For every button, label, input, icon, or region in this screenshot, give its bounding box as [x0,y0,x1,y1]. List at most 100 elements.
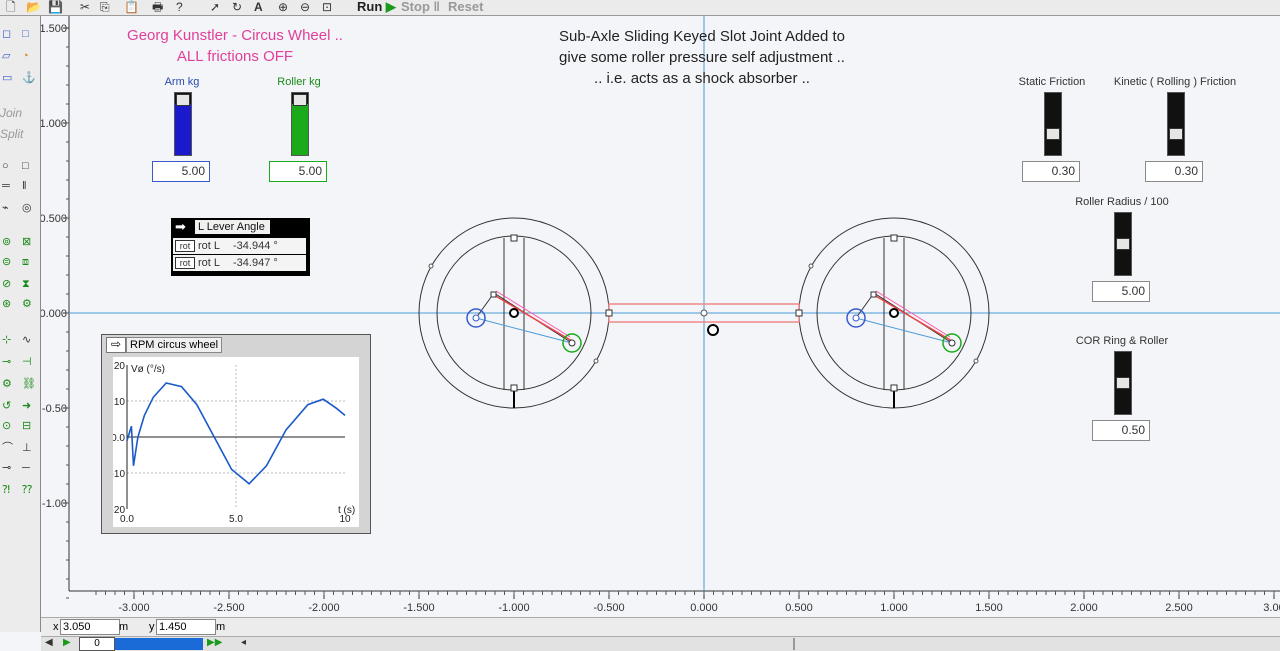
play-forward-icon[interactable]: ▶ [63,637,71,648]
x-coord-field[interactable]: 3.050 [60,619,120,635]
split-button[interactable]: Split [0,127,23,141]
rpm-graph[interactable]: ⇨ RPM circus wheel 20100.0-10-200.05.010… [101,334,371,534]
hub-pivot [509,308,519,318]
target-icon[interactable]: ⊙ [2,420,11,432]
text-tool-icon[interactable]: A [254,0,263,14]
static-friction-value[interactable]: 0.30 [1022,161,1080,182]
x-tick-label: -3.000 [118,602,149,614]
square-point-icon[interactable]: □ [22,160,29,172]
rope-icon[interactable]: ⧗ [22,278,30,290]
torque-icon[interactable]: ⚙ [2,378,12,390]
polygon-icon[interactable]: ▱ [2,50,10,62]
x-tick-label: -1.500 [403,602,434,614]
curved-body-icon[interactable]: ◔ [22,50,29,62]
join-button[interactable]: Join [0,106,22,120]
y-coord-field[interactable]: 1.450 [156,619,216,635]
spin-icon[interactable]: ↺ [2,400,11,412]
arrow-pointer-icon[interactable]: ➚ [210,0,220,14]
paste-icon[interactable]: 📋 [124,0,139,14]
roller-kg-knob[interactable] [293,94,307,106]
bottom-anchor [510,384,518,392]
torsion-spring-icon[interactable]: ⊹ [2,334,11,346]
chain-icon[interactable]: ⛓ [22,378,36,390]
rect-body-icon[interactable]: ◻ [2,28,11,40]
slot-horizontal-icon[interactable]: ═ [2,180,10,192]
ring-icon[interactable]: ◎ [22,202,32,214]
motor-icon[interactable]: ⊚ [2,236,11,248]
point-icon[interactable]: ○ [2,160,9,172]
rotate-icon[interactable]: ↻ [232,0,242,14]
zoom-in-icon[interactable]: ⊕ [278,0,288,14]
gear-icon[interactable]: ⚙ [22,298,32,310]
x-tick-label: 0.500 [785,602,813,614]
arm-kg-knob[interactable] [176,94,190,106]
query-point-icon[interactable]: ⁈ [2,484,10,496]
open-folder-icon[interactable]: 📂 [26,0,41,14]
roller-kg-slider[interactable] [291,92,309,156]
cor-value[interactable]: 0.50 [1092,420,1150,441]
query-body-icon[interactable]: ⁇ [22,484,32,496]
stop-button[interactable]: Stop ‖ [401,0,440,14]
graph-arrow-icon[interactable]: ⇨ [106,337,126,353]
cut-icon[interactable]: ✂ [80,0,90,14]
horizon-icon[interactable]: ⊸ [2,462,11,474]
curve-icon[interactable]: ⌒ [2,442,13,454]
roller-radius-value[interactable]: 5.00 [1092,281,1150,302]
new-file-icon[interactable]: 🗋 [6,0,16,14]
timeline-scrubber[interactable] [115,638,203,650]
roller-kg-value[interactable]: 5.00 [269,161,327,182]
line-icon[interactable]: ─ [22,462,30,474]
cor-slider[interactable] [1114,351,1132,415]
zoom-fit-icon[interactable]: ⊡ [322,0,332,14]
meter-arrow-icon[interactable]: ➡ [175,220,193,233]
force-icon[interactable]: ⊸ [2,356,11,368]
t-slot-icon[interactable]: ⊥ [22,442,32,454]
plot-xlabel: t (s) [338,505,355,516]
x-tick-label: 2.000 [1070,602,1098,614]
kinetic-friction-value[interactable]: 0.30 [1145,161,1203,182]
cor-knob[interactable] [1116,377,1130,389]
bar-anchor-left [605,309,613,317]
keyed-slot-icon[interactable]: ⌁ [2,202,9,214]
actuator-icon[interactable]: ⊠ [22,236,31,248]
reset-button[interactable]: Reset [448,0,483,14]
frame-field[interactable]: 0 [79,637,115,651]
square-body-icon[interactable]: □ [22,28,29,40]
vector-icon[interactable]: ➜ [22,400,31,412]
arm-kg-value[interactable]: 5.00 [152,161,210,182]
static-friction-slider[interactable] [1044,92,1062,156]
roller-radius-slider[interactable] [1114,212,1132,276]
slot-vertical-icon[interactable]: ‖ [22,180,27,192]
wave-icon[interactable]: ∿ [22,334,31,346]
rewind-icon[interactable]: ◀ [45,637,53,648]
help-icon[interactable]: ? [176,0,183,14]
save-icon[interactable]: 💾 [48,0,63,14]
zoom-out-icon[interactable]: ⊖ [300,0,310,14]
print-icon[interactable]: 🖶 [152,0,163,14]
run-button[interactable]: Run ▶ [357,0,396,14]
roller-radius-knob[interactable] [1116,238,1130,250]
plot-y-tick-label: 20 [114,361,126,372]
box-body-icon[interactable]: ▭ [2,72,12,84]
plot-ylabel: Vø (°/s) [131,364,165,375]
pulley-icon[interactable]: ⊛ [2,298,11,310]
spring-icon[interactable]: ⊜ [2,256,11,268]
rod-icon[interactable]: ⊘ [2,278,11,290]
x-unit: m [119,621,129,633]
copy-icon[interactable]: ⎘ [100,0,110,14]
kinetic-friction-slider[interactable] [1167,92,1185,156]
lever-angle-meter[interactable]: ➡ L Lever Angle rot rot L -34.944 ° rot … [171,218,310,276]
scrollbar-thumb[interactable] [793,638,795,650]
scroll-left-icon[interactable]: ◂ [241,637,246,648]
anchor-icon[interactable]: ⚓ [22,72,36,84]
static-friction-knob[interactable] [1046,128,1060,140]
separator-icon[interactable]: ⊣ [22,356,32,368]
plot-ticks: 20100.0-10-200.05.010 [113,361,351,525]
tape-icon[interactable]: ⊟ [22,420,31,432]
arm-kg-slider[interactable] [174,92,192,156]
damper-icon[interactable]: ⧈ [22,256,29,268]
ring-point [428,263,434,269]
step-forward-icon[interactable]: ▶▶ [207,637,222,648]
kinetic-friction-knob[interactable] [1169,128,1183,140]
y-tick-label: 1.000 [41,118,67,130]
